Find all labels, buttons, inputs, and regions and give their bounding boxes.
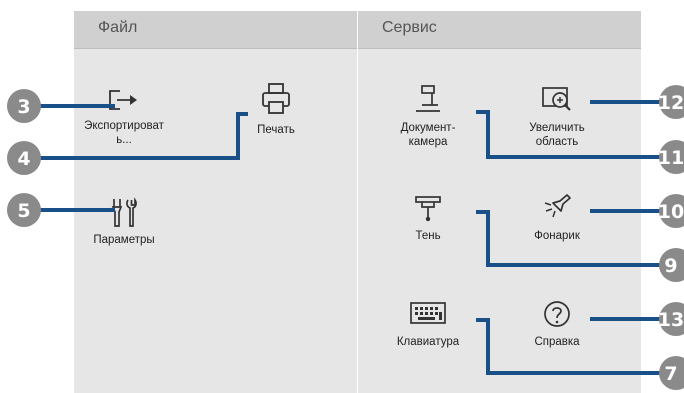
callout-line-doc-camera — [476, 110, 660, 159]
callout-line-print — [40, 112, 248, 160]
callout-number-help: 13 — [658, 309, 684, 331]
callout-number-shade: 9 — [664, 255, 677, 277]
callout-number-doc-camera: 11 — [658, 147, 684, 169]
callout-line-keyboard — [476, 318, 660, 375]
callout-number-settings: 5 — [17, 200, 30, 222]
callout-line-shade — [476, 210, 660, 267]
callout-overlay: 3 4 5 12 11 10 9 13 7 — [7, 85, 684, 390]
callout-number-export: 3 — [17, 96, 30, 118]
callout-number-flashlight: 10 — [658, 201, 684, 223]
callout-number-print: 4 — [17, 148, 30, 170]
callout-number-keyboard: 7 — [664, 363, 677, 385]
callout-number-zoom: 12 — [658, 92, 684, 114]
